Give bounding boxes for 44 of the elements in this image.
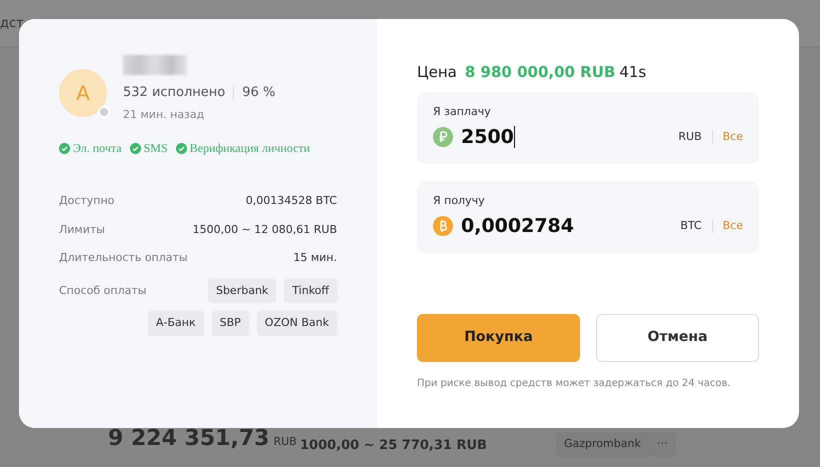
- currency-label: RUB: [678, 129, 702, 145]
- detail-label: Лимиты: [59, 222, 105, 238]
- detail-label: Длительность оплаты: [59, 250, 188, 266]
- amount-field[interactable]: Я получу 0,0002784 BTC Все: [417, 180, 759, 252]
- completion-rate: 96 %: [242, 84, 276, 102]
- buy-button[interactable]: Покупка: [417, 314, 580, 362]
- completed-count: 532 исполнено: [123, 84, 226, 102]
- price-label: Цена: [417, 62, 457, 83]
- payment-tag: Sberbank: [208, 278, 276, 303]
- currency-label: BTC: [680, 218, 702, 234]
- field-label: Я заплачу: [433, 104, 492, 120]
- avatar-letter: A: [76, 80, 90, 107]
- field-label: Я получу: [433, 192, 486, 208]
- detail-value: 0,00134528 BTC: [246, 193, 337, 209]
- timer: 41s: [619, 62, 646, 83]
- verification-label: SMS: [144, 140, 168, 157]
- check-icon: [59, 142, 70, 154]
- ruble-coin-icon: [433, 127, 453, 148]
- note-text: При риске вывод средств может задержаться до 24 часов.: [417, 376, 732, 390]
- currency-label: RUB: [273, 435, 297, 448]
- cancel-button[interactable]: Отмена: [596, 314, 759, 362]
- payment-tag: Tinkoff: [284, 278, 337, 303]
- balance-amount: 9 224 351,73: [108, 426, 270, 451]
- verification-label: Эл. почта: [73, 140, 122, 157]
- amount-value: 2500: [461, 125, 514, 150]
- detail-value: 1500,00 ~ 12 080,61 RUB: [192, 222, 337, 238]
- check-icon: [176, 142, 187, 154]
- detail-value: 15 мин.: [293, 250, 337, 266]
- verification-label: Верификация личности: [190, 140, 310, 157]
- bitcoin-coin-icon: [433, 216, 453, 236]
- amount-field[interactable]: Я заплачу 2500 RUB Все: [417, 92, 759, 164]
- payment-tag: А-Банк: [148, 311, 204, 336]
- payment-tag: OZON Bank: [256, 311, 337, 336]
- redacted-name: [123, 55, 187, 75]
- check-icon: [130, 142, 141, 154]
- amount-value: 0,0002784: [461, 214, 574, 239]
- detail-label: Способ оплаты: [59, 282, 146, 298]
- last-seen: 21 мин. назад: [123, 106, 206, 122]
- detail-label: Доступно: [59, 193, 114, 209]
- limits-text: 1000,00 ~ 25 770,31 RUB: [300, 437, 487, 455]
- price-value: 8 980 000,00 RUB: [464, 62, 616, 83]
- payment-tag: SBP: [212, 311, 249, 336]
- header-text: дст: [0, 16, 24, 31]
- payment-tag: Gazprombank: [556, 432, 649, 456]
